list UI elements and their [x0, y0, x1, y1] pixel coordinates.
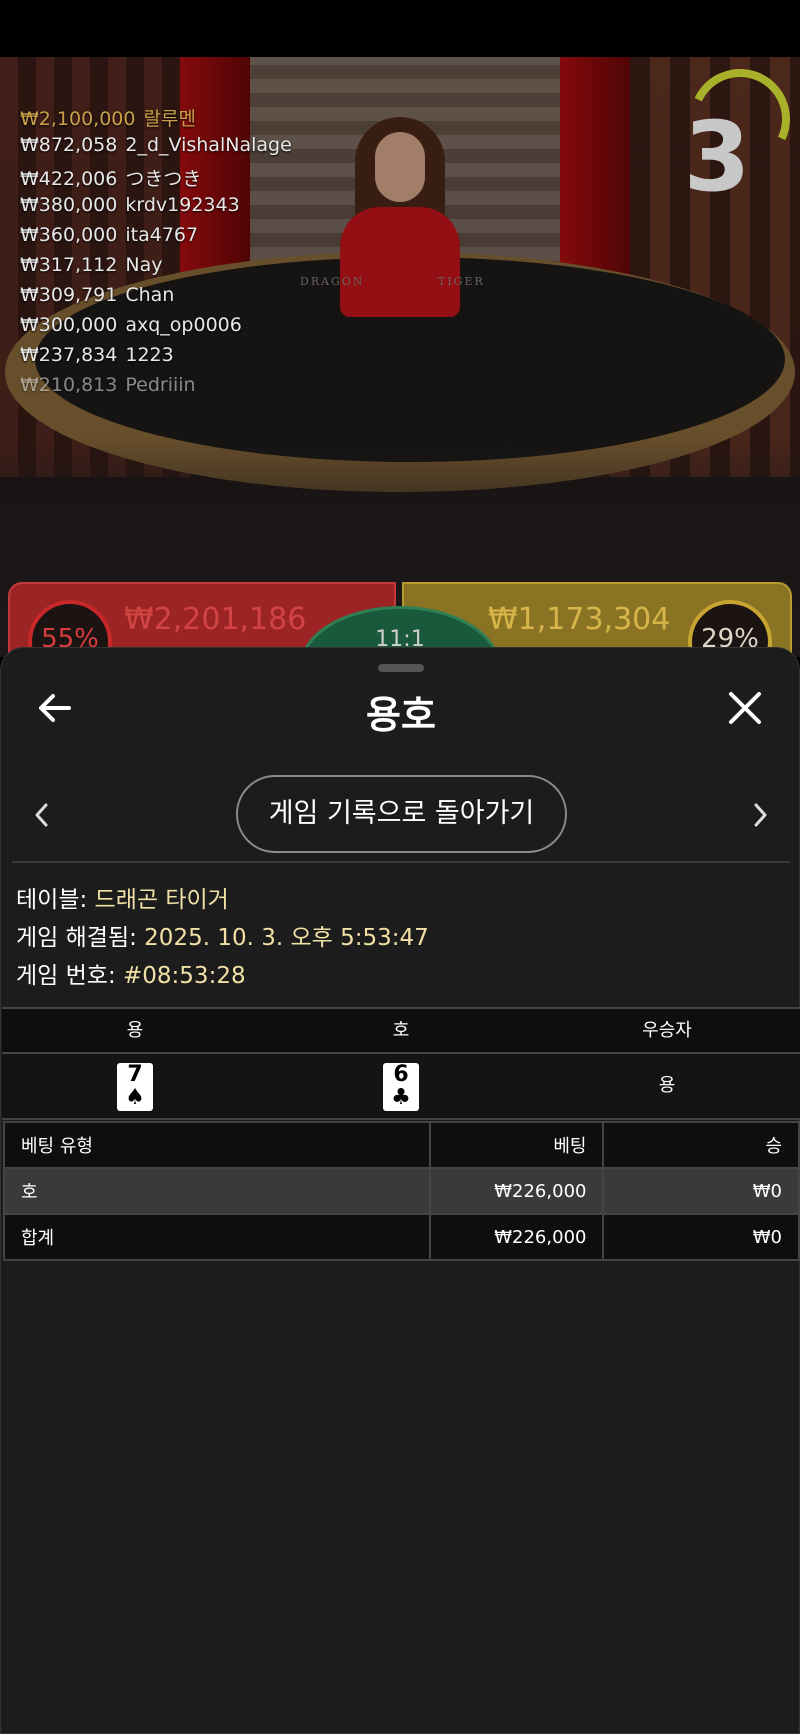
- drag-handle[interactable]: [378, 664, 424, 672]
- result-header-row: 용 호 우승자: [2, 1007, 800, 1052]
- winners-leaderboard: ₩2,100,000 랄루멘 ₩872,058 2_d_VishalNalage ₩…: [20, 104, 292, 404]
- dragon-total: ₩2,201,186: [124, 602, 307, 637]
- bets-header-row: 베팅 유형 베팅 승: [3, 1121, 800, 1169]
- prev-game-button[interactable]: [27, 798, 57, 832]
- tiger-total: ₩1,173,304: [488, 602, 671, 637]
- bets-table: 베팅 유형 베팅 승 호 ₩226,000 ₩0 합계 ₩226,000 ₩0: [3, 1121, 800, 1261]
- countdown-timer: 3: [683, 101, 751, 213]
- info-table-value: 드래곤 타이거: [94, 887, 229, 913]
- total-win: ₩0: [602, 1213, 800, 1261]
- bet-amount-cell: ₩226,000: [428, 1167, 605, 1215]
- info-resolved: 게임 해결됨: 2025. 10. 3. 오후 5:53:47: [16, 925, 429, 951]
- header-bet-type: 베팅 유형: [3, 1121, 431, 1169]
- dragon-card: 7 ♠: [117, 1063, 153, 1111]
- leaderboard-row: ₩317,112 Nay: [20, 254, 163, 276]
- leaderboard-row: ₩309,791 Chan: [20, 284, 175, 306]
- info-table: 테이블: 드래곤 타이거: [16, 887, 229, 913]
- leaderboard-row: ₩872,058 2_d_VishalNalage: [20, 134, 292, 156]
- club-icon: ♣: [391, 1085, 411, 1110]
- header-winner: 우승자: [642, 1020, 692, 1041]
- leaderboard-row: ₩210,813 Pedriiin: [20, 374, 196, 396]
- header-dragon: 용: [126, 1020, 144, 1041]
- info-game-number: 게임 번호: #08:53:28: [16, 963, 246, 989]
- leaderboard-row: ₩237,834 1223: [20, 344, 174, 366]
- winner-value: 용: [658, 1075, 676, 1096]
- leaderboard-row: ₩422,006 つきつき: [20, 168, 202, 190]
- spade-icon: ♠: [125, 1085, 145, 1110]
- win-amount-cell: ₩0: [602, 1167, 800, 1215]
- game-detail-sheet: 용호 게임 기록으로 돌아가기 테이블: 드래곤 타이거 게임 해결됨: 202…: [0, 647, 800, 1734]
- divider: [12, 861, 790, 863]
- leaderboard-row: ₩2,100,000 랄루멘: [20, 108, 196, 130]
- header-tiger: 호: [392, 1020, 410, 1041]
- result-cards-row: 7 ♠ 6 ♣ 용: [2, 1052, 800, 1120]
- total-row: 합계 ₩226,000 ₩0: [3, 1213, 800, 1261]
- info-game-number-value: #08:53:28: [123, 963, 246, 989]
- sheet-title: 용호: [366, 693, 436, 737]
- leaderboard-row: ₩380,000 krdv192343: [20, 194, 240, 216]
- close-icon: [729, 692, 761, 724]
- live-video: DRAGON TIGER ₩2,100,000 랄루멘 ₩872,058 2_d_V…: [0, 57, 800, 657]
- tiger-card: 6 ♣: [383, 1063, 419, 1111]
- result-table: 용 호 우승자 7 ♠ 6 ♣ 용: [2, 1007, 800, 1120]
- leaderboard-row: ₩300,000 axq_op0006: [20, 314, 242, 336]
- close-button[interactable]: [723, 686, 767, 730]
- table-row: 호 ₩226,000 ₩0: [3, 1167, 800, 1215]
- info-resolved-value: 2025. 10. 3. 오후 5:53:47: [144, 925, 429, 951]
- chevron-right-icon: [754, 803, 767, 827]
- total-label: 합계: [3, 1213, 431, 1261]
- status-bar: [0, 0, 800, 57]
- next-game-button[interactable]: [745, 798, 775, 832]
- header-win: 승: [602, 1121, 800, 1169]
- leaderboard-row: ₩360,000 ita4767: [20, 224, 199, 246]
- bet-type-cell: 호: [3, 1167, 431, 1215]
- back-to-history-button[interactable]: 게임 기록으로 돌아가기: [236, 775, 567, 853]
- total-bet: ₩226,000: [428, 1213, 605, 1261]
- header-bet: 베팅: [428, 1121, 605, 1169]
- chevron-left-icon: [35, 803, 48, 827]
